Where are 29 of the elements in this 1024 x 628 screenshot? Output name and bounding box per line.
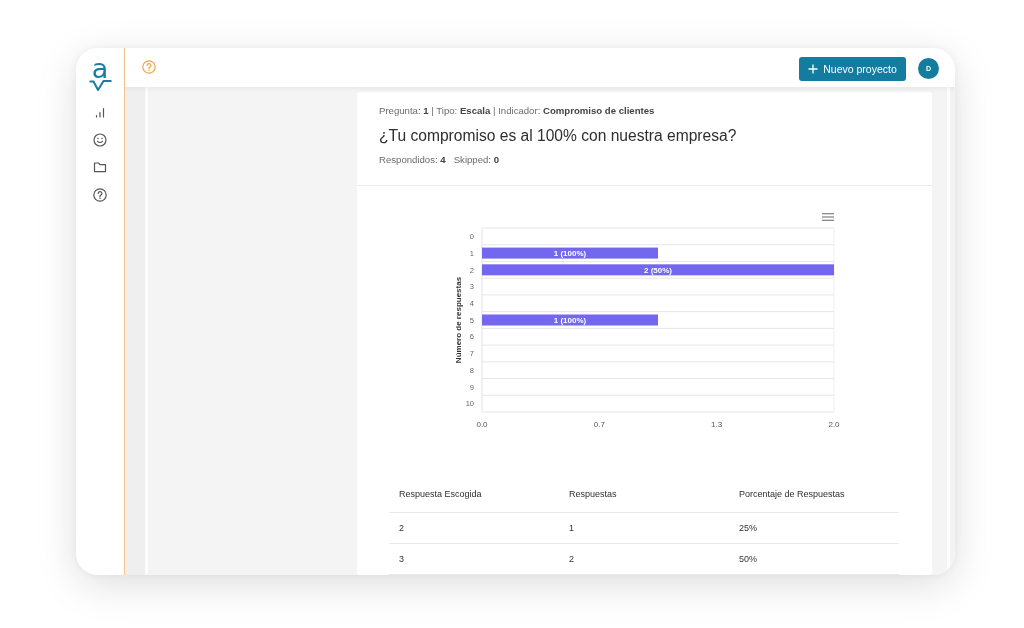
new-project-button[interactable]: Nuevo proyecto	[799, 56, 906, 81]
plus-icon	[808, 63, 819, 74]
menu-icon[interactable]	[822, 213, 834, 221]
smiley-icon[interactable]	[93, 132, 107, 147]
table-cell: 3	[389, 543, 559, 575]
bar-value-label: 2 (50%)	[644, 265, 672, 275]
stat-text: Skipped: 0	[453, 153, 500, 167]
bar-chart-icon[interactable]	[93, 105, 107, 119]
table-cell: 2	[559, 543, 729, 575]
axis-tick-label: 2.0	[828, 420, 840, 429]
table-cell: 2	[389, 512, 559, 544]
axis-title: Número de respuestas	[454, 276, 463, 364]
axis-tick-label: 0.0	[476, 420, 488, 429]
column-header: Respuestas	[559, 479, 729, 513]
folder-icon[interactable]	[93, 160, 107, 174]
column-header: Respuesta Escogida	[389, 479, 559, 513]
table-cell: 50%	[729, 543, 899, 575]
axis-tick-label: 0.7	[593, 420, 605, 429]
question-title: ¿Tu compromiso es al 100% con nuestra empresa?	[379, 126, 738, 146]
table-cell: 25%	[729, 512, 899, 544]
logo[interactable]: a	[88, 59, 112, 91]
bar-value-label: 1 (100%)	[553, 248, 587, 258]
axis-tick-label: 1.3	[711, 420, 723, 429]
stat-text: Respondidos: 4	[379, 153, 446, 167]
column-header: Porcentaje de Respuestas	[729, 479, 899, 513]
table-cell: 1	[559, 512, 729, 544]
help-icon[interactable]	[93, 187, 107, 202]
bar-value-label: 1 (100%)	[553, 315, 587, 325]
question-meta: Pregunta: 1 | Tipo: Escala | Indicador: Compromiso de clientes	[379, 104, 656, 118]
